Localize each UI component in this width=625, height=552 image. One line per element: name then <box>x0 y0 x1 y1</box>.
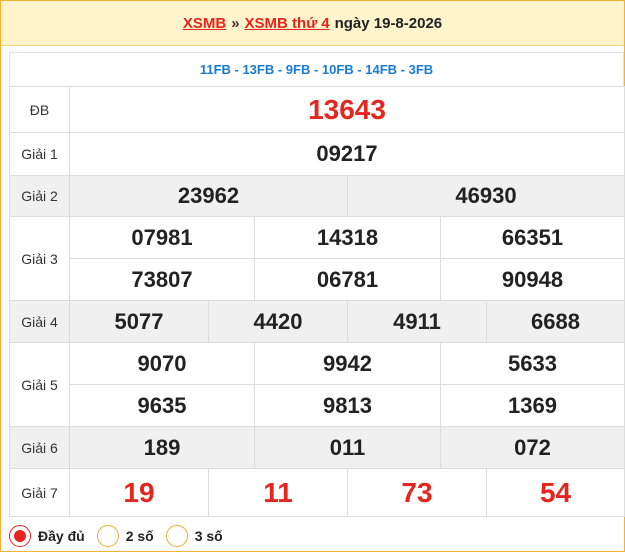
prize-row-db: ĐB 13643 <box>9 86 625 133</box>
prize-number: 23962 <box>69 175 348 217</box>
prize-number: 4911 <box>347 300 487 343</box>
radio-selected-dot <box>14 530 26 542</box>
prize-number: 46930 <box>346 175 625 217</box>
results-panel: XSMB » XSMB thứ 4 ngày 19-8-2026 11FB - … <box>0 0 625 552</box>
prize-row-g1: Giải 1 09217 <box>9 132 625 176</box>
prize-number: 11 <box>208 468 348 517</box>
prize-number: 73 <box>347 468 487 517</box>
prize-row-g7: Giải 7 19 11 73 54 <box>9 468 625 517</box>
option-full-label: Đầy đủ <box>38 528 85 544</box>
prize-number: 5077 <box>69 300 209 343</box>
prize-label: Giải 7 <box>9 468 70 517</box>
results-table: ĐB 13643 Giải 1 09217 Giải 2 23962 46930… <box>9 86 625 517</box>
option-3-digits[interactable]: 3 số <box>165 525 223 547</box>
prize-number: 1369 <box>439 384 625 427</box>
prize-number: 54 <box>485 468 625 517</box>
prize-row-g5: Giải 5 9070 9942 5633 <box>9 342 625 427</box>
ticket-codes: 11FB - 13FB - 9FB - 10FB - 14FB - 3FB <box>9 52 624 86</box>
display-mode-options: Đầy đủ 2 số 3 số <box>9 520 624 552</box>
option-3-digits-label: 3 số <box>194 528 223 544</box>
prize-row-g2: Giải 2 23962 46930 <box>9 175 625 217</box>
prize-number: 14318 <box>254 216 441 259</box>
prize-number: 5633 <box>439 342 625 385</box>
option-2-digits-label: 2 số <box>125 528 154 544</box>
prize-row-g6: Giải 6 189 011 072 <box>9 426 625 469</box>
header-bar: XSMB » XSMB thứ 4 ngày 19-8-2026 <box>1 1 624 46</box>
prize-number: 90948 <box>439 258 625 301</box>
xsmb-weekday-link[interactable]: XSMB thứ 4 <box>245 15 330 32</box>
prize-label: Giải 1 <box>9 132 70 176</box>
prize-label: Giải 2 <box>9 175 70 217</box>
prize-number: 4420 <box>208 300 348 343</box>
option-full[interactable]: Đầy đủ <box>9 525 85 547</box>
prize-number: 09217 <box>68 132 625 176</box>
prize-row-g4: Giải 4 5077 4420 4911 6688 <box>9 300 625 343</box>
radio-3-digits[interactable] <box>165 525 188 547</box>
radio-full[interactable] <box>9 525 31 547</box>
prize-number: 9813 <box>254 384 441 427</box>
option-2-digits[interactable]: 2 số <box>96 525 154 547</box>
prize-label: Giải 3 <box>9 216 70 301</box>
special-prize-number: 13643 <box>68 86 625 133</box>
prize-row-g3b: 73807 06781 90948 <box>10 258 625 301</box>
breadcrumb-separator: » <box>231 14 240 32</box>
prize-row-g5b: 9635 9813 1369 <box>10 384 625 427</box>
radio-2-digits[interactable] <box>96 525 119 547</box>
prize-number: 189 <box>69 426 255 469</box>
prize-number: 07981 <box>69 216 255 259</box>
prize-label: Giải 6 <box>9 426 70 469</box>
prize-number: 19 <box>69 468 209 517</box>
prize-number: 9942 <box>254 342 441 385</box>
prize-number: 072 <box>439 426 625 469</box>
xsmb-link[interactable]: XSMB <box>183 15 226 32</box>
prize-number: 6688 <box>485 300 625 343</box>
prize-number: 011 <box>254 426 441 469</box>
prize-number: 9070 <box>69 342 255 385</box>
prize-label: Giải 4 <box>9 300 70 343</box>
prize-number: 06781 <box>254 258 441 301</box>
prize-row-g3: Giải 3 07981 14318 66351 <box>9 216 625 301</box>
draw-date: ngày 19-8-2026 <box>334 14 443 32</box>
prize-label: ĐB <box>9 86 70 133</box>
prize-number: 9635 <box>69 384 255 427</box>
prize-number: 66351 <box>439 216 625 259</box>
prize-number: 73807 <box>69 258 255 301</box>
prize-label: Giải 5 <box>9 342 70 427</box>
